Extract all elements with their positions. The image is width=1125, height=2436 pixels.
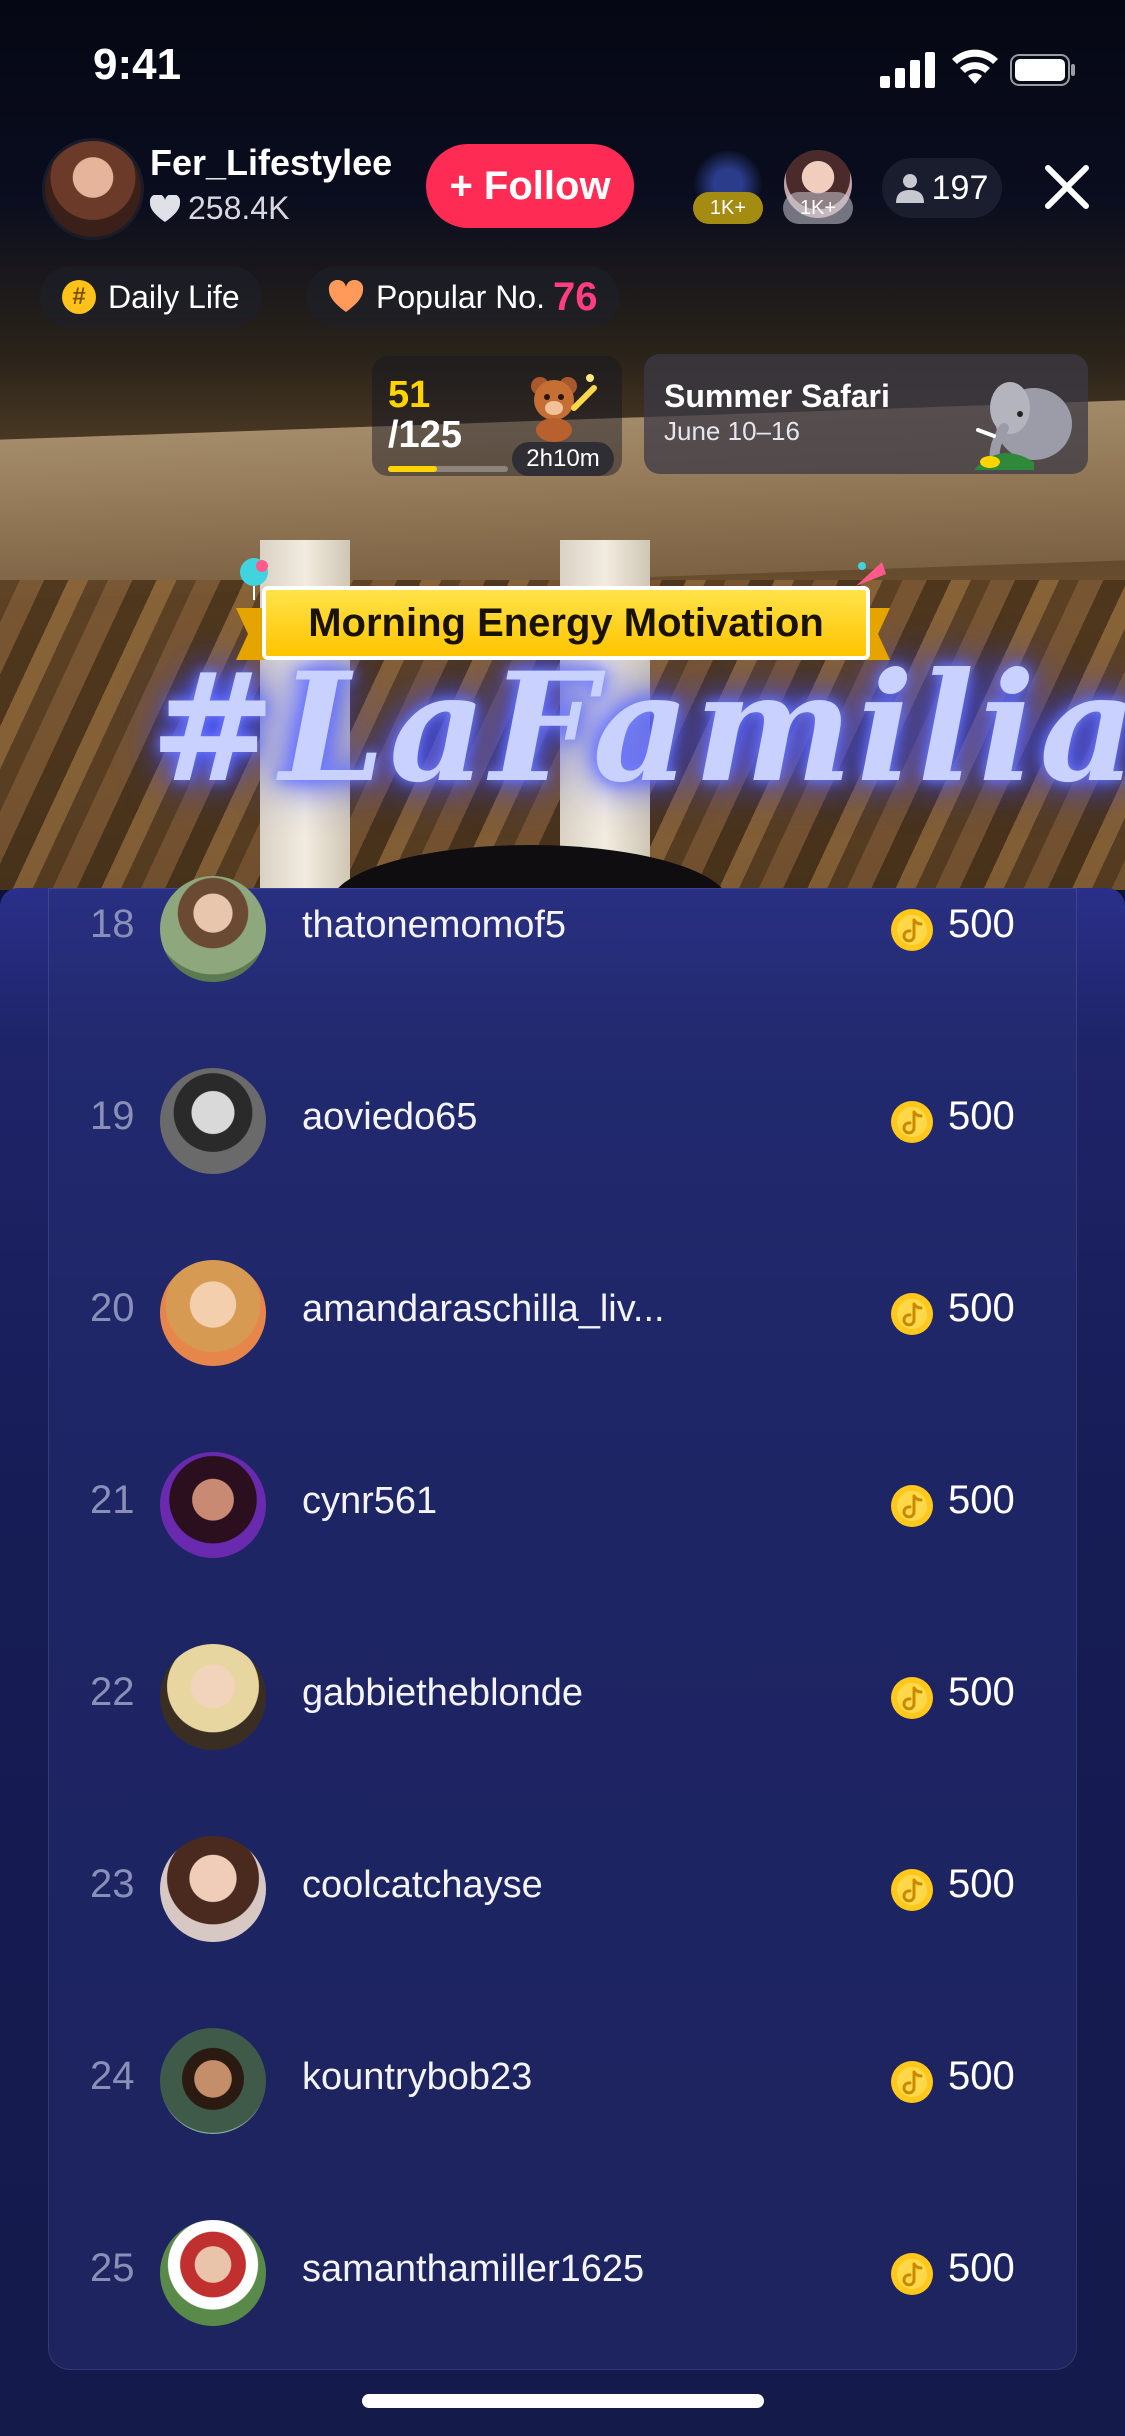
rank-number: 20 [90,1286,135,1330]
stream-title: Morning Energy Motivation [262,586,870,660]
neon-sign: #LaFamilia [150,640,1125,816]
user-avatar[interactable] [160,2220,266,2326]
ranking-row[interactable]: 20 amandaraschilla_liv... 500 [0,1258,1125,1368]
person-icon [895,174,924,203]
coin-icon [891,1485,933,1527]
username[interactable]: kountrybob23 [302,2056,532,2099]
follow-button[interactable]: + Follow [426,144,634,228]
viewer-count-button[interactable]: 197 [882,158,1002,218]
goal-target: /125 [388,414,462,456]
user-avatar[interactable] [160,876,266,982]
rank-number: 19 [90,1094,135,1138]
coin-icon [891,1677,933,1719]
status-bar: 9:41 [0,0,1125,130]
goal-progress-bar [388,466,508,472]
coin-icon [891,909,933,951]
username[interactable]: gabbietheblonde [302,1672,583,1715]
popular-rank-tag[interactable]: Popular No. 76 [306,266,620,328]
user-avatar[interactable] [160,1260,266,1366]
rank-number: 23 [90,1862,135,1906]
goal-timer: 2h10m [512,442,614,476]
status-time: 9:41 [93,40,182,89]
coin-amount: 500 [948,1670,1015,1714]
host-likes: 258.4K [150,190,289,227]
coin-amount: 500 [948,1094,1015,1138]
rank-number: 22 [90,1670,135,1714]
viewer-count: 197 [931,168,989,207]
live-header: Fer_Lifestylee 258.4K + Follow 1K+ 1K+ 1… [0,130,1125,250]
coin-amount: 500 [948,1862,1015,1906]
coin-amount: 500 [948,1478,1015,1522]
stream-title-banner: Morning Energy Motivation [232,556,894,666]
gift-goal-widget[interactable]: 51 /125 2h10m [372,356,622,476]
coin-icon [891,1869,933,1911]
username[interactable]: cynr561 [302,1480,437,1523]
coin-icon [891,1101,933,1143]
wifi-icon [952,49,998,84]
popular-label: Popular No. [376,278,545,315]
teddy-bear-icon [531,374,597,442]
ranking-row[interactable]: 21 cynr561 500 [0,1450,1125,1560]
hashtag-icon: # [62,280,96,314]
rank-number: 24 [90,2054,135,2098]
event-title: Summer Safari [664,378,890,414]
coin-icon [891,1293,933,1335]
cellular-signal-icon [880,52,935,88]
party-horn-icon [856,562,886,586]
ranking-row[interactable]: 25 samanthamiller1625 500 [0,2218,1125,2328]
ranking-row[interactable]: 22 gabbietheblonde 500 [0,1642,1125,1752]
coin-icon [891,2253,933,2295]
category-label: Daily Life [108,278,240,315]
heart-icon [150,194,180,222]
coin-amount: 500 [948,902,1015,946]
ranking-row[interactable]: 18 thatonemomof5 500 [0,874,1125,984]
elephant-icon [974,382,1072,470]
orange-heart-icon [328,280,364,312]
popular-rank-number: 76 [552,274,598,319]
goal-progress-fill [388,466,437,472]
coin-amount: 500 [948,1286,1015,1330]
ranking-row[interactable]: 19 aoviedo65 500 [0,1066,1125,1176]
username[interactable]: thatonemomof5 [302,904,566,947]
rank-number: 18 [90,902,135,946]
balloon-icon [240,558,268,600]
coin-amount: 500 [948,2054,1015,2098]
username[interactable]: coolcatchayse [302,1864,543,1907]
top-viewer-badge: 1K+ [693,192,763,224]
home-indicator[interactable] [362,2394,764,2408]
host-name[interactable]: Fer_Lifestylee [150,142,392,184]
event-card[interactable]: Summer Safari June 10–16 [644,354,1088,474]
username[interactable]: amandaraschilla_liv... [302,1288,665,1331]
user-avatar[interactable] [160,1452,266,1558]
coin-amount: 500 [948,2246,1015,2290]
coin-icon [891,2061,933,2103]
host-avatar[interactable] [42,138,144,240]
category-tag[interactable]: # Daily Life [40,266,262,328]
username[interactable]: aoviedo65 [302,1096,477,1139]
top-viewer-badge: 1K+ [783,192,853,224]
goal-current: 51 [388,374,431,416]
battery-icon [1010,54,1075,86]
user-avatar[interactable] [160,1644,266,1750]
ranking-row[interactable]: 23 coolcatchayse 500 [0,1834,1125,1944]
rank-number: 21 [90,1478,135,1522]
ranking-row[interactable]: 24 kountrybob23 500 [0,2026,1125,2136]
host-likes-count: 258.4K [188,190,290,226]
user-avatar[interactable] [160,1068,266,1174]
user-avatar[interactable] [160,2028,266,2134]
rank-number: 25 [90,2246,135,2290]
user-avatar[interactable] [160,1836,266,1942]
event-date: June 10–16 [664,416,800,446]
username[interactable]: samanthamiller1625 [302,2248,644,2291]
close-icon[interactable] [1040,160,1094,214]
